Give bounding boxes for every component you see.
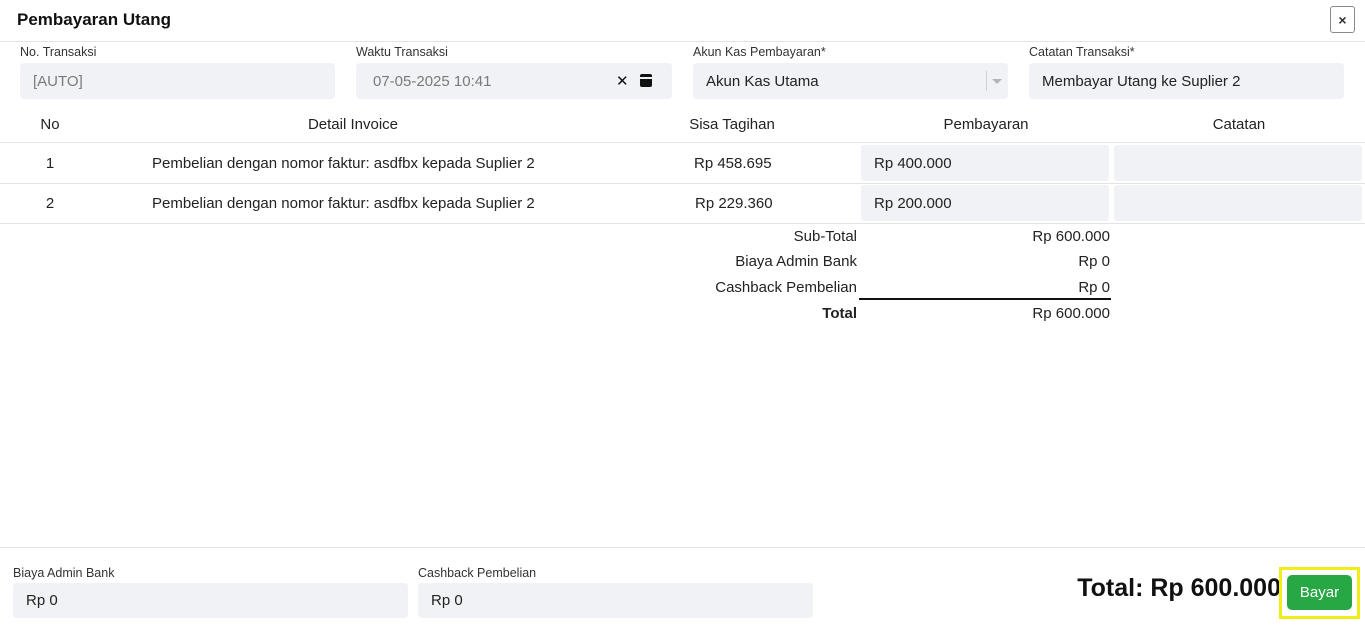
col-header-detail: Detail Invoice <box>307 116 399 133</box>
modal-title: Pembayaran Utang <box>17 10 171 29</box>
footer-cashback-value: Rp 0 <box>431 592 463 609</box>
row-pembayaran-value: Rp 400.000 <box>874 154 952 172</box>
footer-admin-label: Biaya Admin Bank <box>13 566 115 580</box>
row-sisa: Rp 458.695 <box>694 155 772 172</box>
footer-cashback-label: Cashback Pembelian <box>418 566 537 580</box>
pay-button[interactable]: Bayar <box>1287 575 1352 610</box>
calendar-icon[interactable] <box>640 74 652 87</box>
akun-kas-label: Akun Kas Pembayaran* <box>693 45 826 59</box>
clear-icon[interactable]: ✕ <box>616 72 629 90</box>
admin-fee-value: Rp 0 <box>1078 253 1110 270</box>
grand-total: Total: Rp 600.000 <box>1077 574 1281 602</box>
row-pembayaran-input[interactable]: Rp 200.000 <box>861 185 1109 221</box>
close-button[interactable]: × <box>1330 6 1355 33</box>
row-pembayaran-input[interactable]: Rp 400.000 <box>861 145 1109 181</box>
cashback-value: Rp 0 <box>1078 279 1110 296</box>
row-no: 2 <box>45 195 55 212</box>
row-catatan-input[interactable] <box>1114 185 1362 221</box>
chevron-down-icon[interactable] <box>992 79 1002 84</box>
row-sisa: Rp 229.360 <box>695 195 773 212</box>
row-detail: Pembelian dengan nomor faktur: asdfbx ke… <box>152 155 535 172</box>
catatan-transaksi-value: Membayar Utang ke Suplier 2 <box>1042 72 1241 90</box>
footer-cashback-input[interactable]: Rp 0 <box>418 583 813 618</box>
footer-admin-input[interactable]: Rp 0 <box>13 583 408 618</box>
col-header-no: No <box>40 116 60 133</box>
footer-admin-value: Rp 0 <box>26 592 58 609</box>
row-divider <box>0 183 1365 184</box>
select-separator <box>986 71 987 91</box>
col-header-catatan: Catatan <box>1212 116 1266 133</box>
row-no: 1 <box>45 155 55 172</box>
no-transaksi-field[interactable]: [AUTO] <box>20 63 335 99</box>
subtotal-value: Rp 600.000 <box>1032 228 1110 245</box>
total-value: Rp 600.000 <box>1032 305 1110 322</box>
catatan-transaksi-label: Catatan Transaksi* <box>1029 45 1135 59</box>
row-divider <box>0 223 1365 224</box>
row-detail: Pembelian dengan nomor faktur: asdfbx ke… <box>152 195 535 212</box>
summary-divider <box>859 298 1111 300</box>
no-transaksi-value: [AUTO] <box>33 72 83 90</box>
col-header-pembayaran: Pembayaran <box>943 116 1029 133</box>
waktu-transaksi-label: Waktu Transaksi <box>356 45 448 59</box>
waktu-transaksi-value: 07-05-2025 10:41 <box>373 72 492 90</box>
admin-fee-label: Biaya Admin Bank <box>735 253 857 270</box>
akun-kas-value: Akun Kas Utama <box>706 72 819 90</box>
catatan-transaksi-input[interactable]: Membayar Utang ke Suplier 2 <box>1029 63 1344 99</box>
subtotal-label: Sub-Total <box>793 228 857 245</box>
no-transaksi-label: No. Transaksi <box>20 45 97 59</box>
close-icon: × <box>1338 11 1347 28</box>
akun-kas-select[interactable]: Akun Kas Utama <box>693 63 1008 99</box>
total-label: Total <box>822 305 857 322</box>
waktu-transaksi-field[interactable]: 07-05-2025 10:41 ✕ <box>356 63 672 99</box>
table-header-divider <box>0 142 1365 143</box>
col-header-sisa: Sisa Tagihan <box>689 116 775 133</box>
row-pembayaran-value: Rp 200.000 <box>874 194 952 212</box>
cashback-label: Cashback Pembelian <box>715 279 857 296</box>
modal-header: Pembayaran Utang × <box>0 0 1365 42</box>
row-catatan-input[interactable] <box>1114 145 1362 181</box>
